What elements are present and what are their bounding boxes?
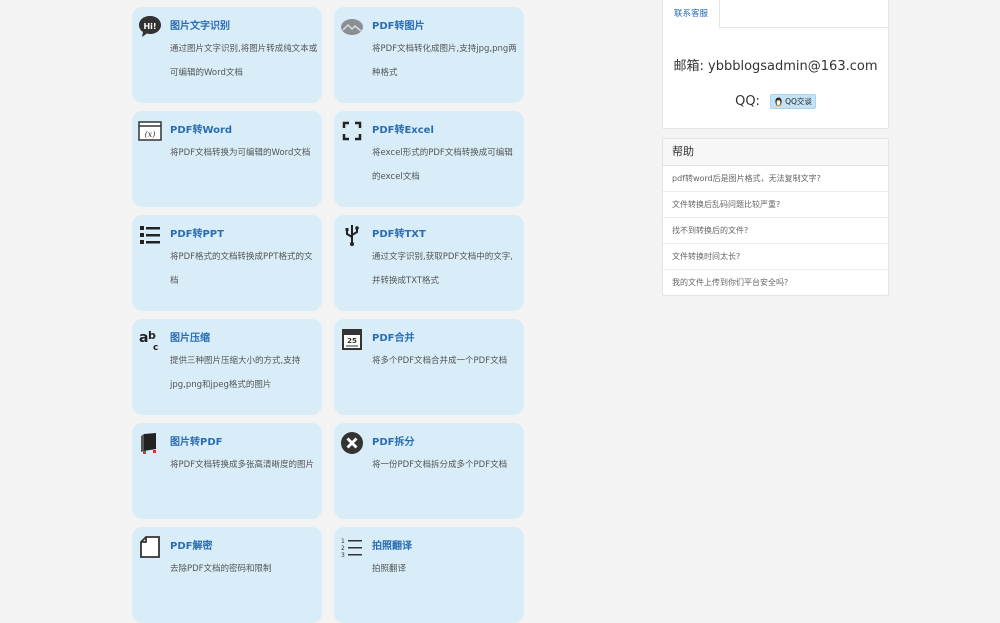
help-item[interactable]: 文件转换时间太长? <box>663 244 888 270</box>
tool-description: 去除PDF文档的密码和限制 <box>170 564 272 574</box>
book-icon <box>138 431 162 455</box>
tool-grid: Hi! 图片文字识别 通过图片文字识别,将图片转成纯文本或可编辑的Word文档 … <box>132 7 525 623</box>
picture-oval-icon <box>340 15 364 39</box>
tool-card-image-to-pdf[interactable]: 图片转PDF 将PDF文档转换成多张高清晰度的图片 <box>132 423 322 519</box>
help-item[interactable]: pdf转word后是图片格式，无法复制文字? <box>663 166 888 192</box>
function-window-icon: (x) <box>138 119 162 143</box>
tool-title: PDF转Excel <box>372 125 434 136</box>
tool-card-pdf-decrypt[interactable]: PDF解密 去除PDF文档的密码和限制 <box>132 527 322 623</box>
svg-text:b: b <box>148 329 156 342</box>
tool-card-pdf-to-word[interactable]: (x) PDF转Word 将PDF文档转换为可编辑的Word文档 <box>132 111 322 207</box>
tab-contact-support[interactable]: 联系客服 <box>663 0 720 29</box>
tool-description: 将PDF文档转换为可编辑的Word文档 <box>170 148 311 158</box>
tool-card-pdf-to-image[interactable]: PDF转图片 将PDF文档转化成图片,支持jpg,png两种格式 <box>334 7 524 103</box>
tool-title: 图片压缩 <box>170 333 210 344</box>
svg-text:2: 2 <box>341 545 345 552</box>
tool-card-pdf-split[interactable]: PDF拆分 将一份PDF文档拆分成多个PDF文档 <box>334 423 524 519</box>
penguin-icon <box>775 97 782 106</box>
tool-card-pdf-to-ppt[interactable]: PDF转PPT 将PDF格式的文档转换成PPT格式的文档 <box>132 215 322 311</box>
tool-card-pdf-to-excel[interactable]: PDF转Excel 将excel形式的PDF文档转换成可编辑的excel文档 <box>334 111 524 207</box>
tool-card-pdf-to-txt[interactable]: PDF转TXT 通过文字识别,获取PDF文档中的文字,并转换成TXT格式 <box>334 215 524 311</box>
tool-description: 将PDF格式的文档转换成PPT格式的文档 <box>170 252 313 286</box>
tool-description: 拍照翻译 <box>372 564 407 574</box>
contact-panel: 联系客服 邮箱: ybbblogsadmin@163.com QQ: QQ交谈 <box>662 0 889 129</box>
tool-description: 将excel形式的PDF文档转换成可编辑的excel文档 <box>372 148 513 182</box>
calendar-icon: 25 <box>340 327 364 351</box>
tool-card-pdf-merge[interactable]: 25 PDF合并 将多个PDF文档合并成一个PDF文档 <box>334 319 524 415</box>
tool-description: 将PDF文档转化成图片,支持jpg,png两种格式 <box>372 44 517 78</box>
page-corner-icon <box>138 535 162 559</box>
sidebar: 联系客服 邮箱: ybbblogsadmin@163.com QQ: QQ交谈 … <box>662 0 889 296</box>
qq-button-label: QQ交谈 <box>785 97 812 106</box>
tool-description: 将一份PDF文档拆分成多个PDF文档 <box>372 460 508 470</box>
close-circle-icon <box>340 431 364 455</box>
tool-title: PDF拆分 <box>372 437 415 448</box>
tool-title: PDF转PPT <box>170 229 224 240</box>
usb-icon <box>340 223 364 247</box>
tool-title: PDF转Word <box>170 125 233 136</box>
tool-description: 通过图片文字识别,将图片转成纯文本或可编辑的Word文档 <box>170 44 318 78</box>
help-panel: 帮助 pdf转word后是图片格式，无法复制文字? 文件转换后乱码问题比较严重?… <box>662 138 889 296</box>
help-item[interactable]: 文件转换后乱码问题比较严重? <box>663 192 888 218</box>
tool-title: PDF转TXT <box>372 229 426 240</box>
tool-card-image-ocr[interactable]: Hi! 图片文字识别 通过图片文字识别,将图片转成纯文本或可编辑的Word文档 <box>132 7 322 103</box>
help-item[interactable]: 我的文件上传到你们平台安全吗? <box>663 270 888 295</box>
tool-title: PDF合并 <box>372 333 415 344</box>
tool-title: PDF解密 <box>170 541 213 552</box>
list-icon <box>138 223 162 247</box>
svg-text:Hi!: Hi! <box>143 22 156 31</box>
tool-title: 图片转PDF <box>170 437 223 448</box>
svg-text:3: 3 <box>341 552 345 559</box>
numbered-list-icon: 123 <box>340 535 364 559</box>
svg-text:1: 1 <box>341 538 345 545</box>
tool-card-image-compress[interactable]: abc 图片压缩 提供三种图片压缩大小的方式,支持jpg,png和jpeg格式的… <box>132 319 322 415</box>
tool-title: PDF转图片 <box>372 21 425 32</box>
tool-title: 图片文字识别 <box>170 21 230 32</box>
help-item[interactable]: 找不到转换后的文件? <box>663 218 888 244</box>
svg-text:c: c <box>153 343 158 351</box>
qq-chat-button[interactable]: QQ交谈 <box>770 94 816 109</box>
qq-label: QQ: <box>735 94 760 109</box>
qq-row: QQ: QQ交谈 <box>663 94 888 109</box>
tool-description: 通过文字识别,获取PDF文档中的文字,并转换成TXT格式 <box>372 252 513 286</box>
tool-description: 提供三种图片压缩大小的方式,支持jpg,png和jpeg格式的图片 <box>170 356 301 390</box>
abc-icon: abc <box>138 327 162 351</box>
tool-title: 拍照翻译 <box>372 541 412 552</box>
tool-card-photo-translate[interactable]: 123 拍照翻译 拍照翻译 <box>334 527 524 623</box>
contact-email: 邮箱: ybbblogsadmin@163.com <box>673 59 878 74</box>
tool-description: 将多个PDF文档合并成一个PDF文档 <box>372 356 508 366</box>
svg-text:(x): (x) <box>145 130 156 139</box>
tool-description: 将PDF文档转换成多张高清晰度的图片 <box>170 460 315 470</box>
hi-speech-bubble-icon: Hi! <box>138 15 162 39</box>
svg-text:25: 25 <box>347 337 357 345</box>
tab-divider <box>719 27 888 28</box>
help-title: 帮助 <box>663 139 888 166</box>
convert-arrows-icon <box>340 119 364 143</box>
